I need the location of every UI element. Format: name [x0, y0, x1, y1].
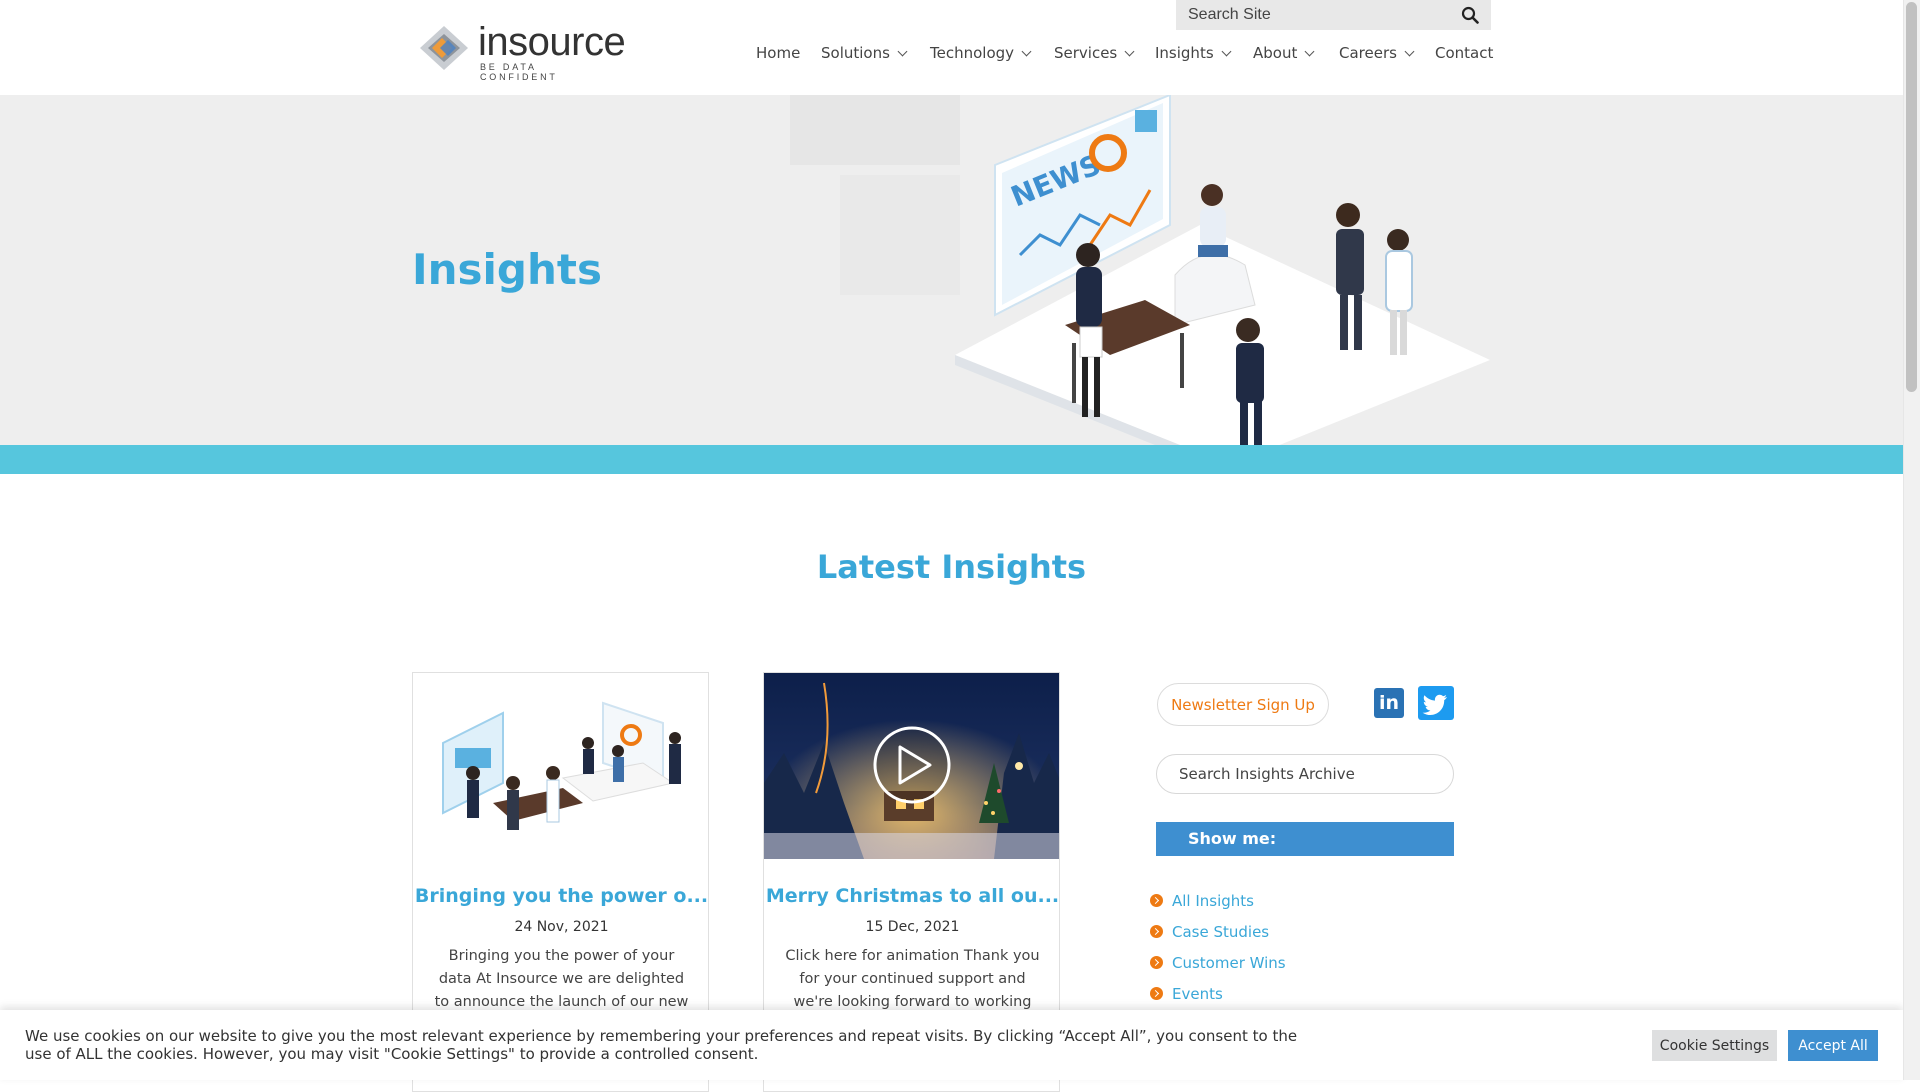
category-case-studies[interactable]: Case Studies: [1150, 916, 1286, 947]
card-title[interactable]: Merry Christmas to all ou...: [764, 885, 1059, 907]
linkedin-icon[interactable]: in: [1374, 688, 1404, 718]
category-customer-wins[interactable]: Customer Wins: [1150, 947, 1286, 978]
nav-technology[interactable]: Technology: [930, 44, 1032, 62]
chevron-right-circle-icon: [1150, 925, 1163, 938]
insights-archive-search-input[interactable]: [1156, 754, 1454, 794]
card-excerpt: Click here for animation Thank you for y…: [785, 948, 1040, 1010]
category-events[interactable]: Events: [1150, 978, 1286, 1009]
scrollbar-thumb[interactable]: [1906, 2, 1917, 392]
twitter-icon[interactable]: [1418, 686, 1454, 720]
show-me-header: Show me:: [1156, 822, 1454, 856]
chevron-right-circle-icon: [1150, 956, 1163, 969]
nav-contact-label: Contact: [1435, 44, 1494, 62]
category-all-insights[interactable]: All Insights: [1150, 885, 1286, 916]
cookie-consent-text: We use cookies on our website to give yo…: [25, 1027, 1298, 1063]
page-title: Insights: [412, 245, 602, 294]
cookie-consent-bar: We use cookies on our website to give yo…: [0, 1010, 1903, 1080]
cookie-settings-button[interactable]: Cookie Settings: [1652, 1030, 1777, 1061]
nav-home-label: Home: [756, 44, 801, 62]
accept-all-button[interactable]: Accept All: [1788, 1030, 1878, 1061]
latest-insights-heading: Latest Insights: [816, 548, 1087, 586]
category-label: All Insights: [1172, 891, 1255, 910]
search-icon[interactable]: [1461, 6, 1479, 24]
hero-accent-band: [0, 445, 1903, 474]
nav-insights[interactable]: Insights: [1155, 44, 1232, 62]
nav-services-label: Services: [1054, 44, 1118, 62]
chevron-down-icon: [1304, 46, 1315, 57]
card-image-team-illustration[interactable]: [413, 673, 709, 859]
nav-solutions[interactable]: Solutions: [821, 44, 908, 62]
chevron-down-icon: [1221, 46, 1232, 57]
logo-diamond-icon: [420, 26, 468, 70]
site-header: insource BE DATA CONFIDENT Home Solution…: [0, 0, 1903, 95]
chevron-down-icon: [897, 46, 908, 57]
nav-insights-label: Insights: [1155, 44, 1214, 62]
nav-solutions-label: Solutions: [821, 44, 890, 62]
hero-illustration: NEWS: [790, 95, 1490, 445]
nav-technology-label: Technology: [930, 44, 1015, 62]
card-image-christmas-video[interactable]: [764, 673, 1060, 859]
card-date: 15 Dec, 2021: [865, 919, 960, 935]
chevron-down-icon: [1124, 46, 1135, 57]
category-label: Customer Wins: [1172, 953, 1286, 972]
nav-contact[interactable]: Contact: [1435, 44, 1493, 62]
site-search-input[interactable]: [1176, 0, 1446, 30]
card-title[interactable]: Bringing you the power o...: [413, 885, 708, 907]
chevron-down-icon: [1404, 46, 1415, 57]
card-date: 24 Nov, 2021: [514, 919, 609, 935]
chevron-right-circle-icon: [1150, 987, 1163, 1000]
nav-about-label: About: [1253, 44, 1298, 62]
chevron-right-circle-icon: [1150, 894, 1163, 907]
nav-careers[interactable]: Careers: [1339, 44, 1415, 62]
newsletter-signup-button[interactable]: Newsletter Sign Up: [1157, 683, 1329, 726]
category-label: Case Studies: [1172, 922, 1270, 941]
category-label: Events: [1172, 984, 1223, 1003]
chevron-down-icon: [1021, 46, 1032, 57]
card-excerpt: Bringing you the power of your data At I…: [434, 948, 689, 1010]
nav-home[interactable]: Home: [756, 44, 800, 62]
logo-wordmark: insource: [478, 20, 626, 64]
nav-about[interactable]: About: [1253, 44, 1315, 62]
nav-services[interactable]: Services: [1054, 44, 1135, 62]
category-list: All Insights Case Studies Customer Wins …: [1150, 885, 1286, 1009]
site-logo[interactable]: insource BE DATA CONFIDENT: [418, 20, 626, 82]
hero-banner: Insights NEWS: [0, 95, 1903, 445]
site-search: [1176, 0, 1491, 30]
page-scrollbar[interactable]: [1903, 0, 1920, 1080]
logo-tagline: BE DATA CONFIDENT: [480, 62, 558, 82]
nav-careers-label: Careers: [1339, 44, 1397, 62]
play-icon[interactable]: [873, 726, 951, 804]
